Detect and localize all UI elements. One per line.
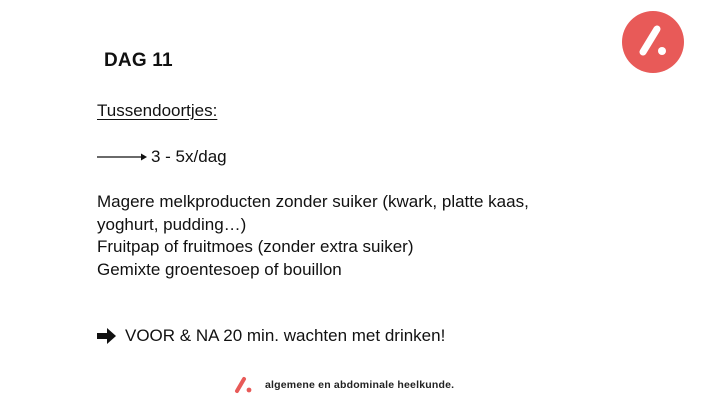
list-item: Fruitpap of fruitmoes (zonder extra suik…: [97, 237, 414, 256]
section-heading: Tussendoortjes:: [97, 101, 218, 120]
warning-row: VOOR & NA 20 min. wachten met drinken!: [97, 326, 445, 346]
list-item: yoghurt, pudding…): [97, 214, 247, 234]
footer: algemene en abdominale heelkunde.: [233, 376, 454, 394]
list-item: Magere melkproducten zonder suiker (kwar…: [97, 192, 529, 211]
bold-right-arrow-icon: [97, 328, 116, 344]
footer-logo-icon: [235, 377, 252, 393]
slash-dot-logo-icon: [639, 25, 666, 56]
warning-text: VOOR & NA 20 min. wachten met drinken!: [125, 326, 446, 345]
slide-title: DAG 11: [104, 50, 173, 71]
frequency-text: 3 - 5x/dag: [151, 147, 227, 166]
list-item: Gemixte groentesoep of bouillon: [97, 259, 342, 279]
long-right-arrow-icon: [97, 153, 147, 161]
frequency-row: 3 - 5x/dag: [97, 146, 227, 168]
snack-list: Magere melkproducten zonder suiker (kwar…: [97, 191, 617, 281]
footer-text: algemene en abdominale heelkunde.: [265, 379, 455, 391]
slide: DAG 11 Tussendoortjes: 3 - 5x/dag Magere…: [0, 0, 720, 405]
logo-icon: [622, 11, 684, 73]
